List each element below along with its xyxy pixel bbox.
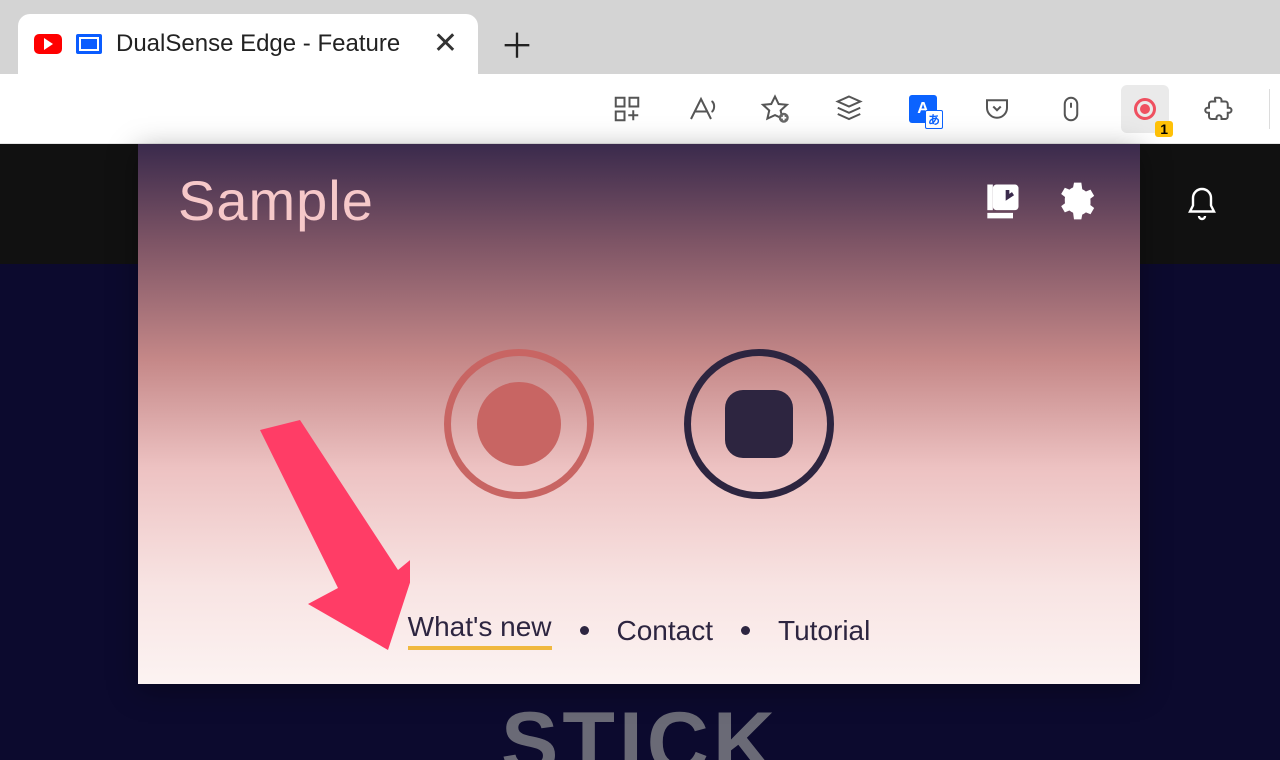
- notifications-bell-icon[interactable]: [1184, 186, 1220, 222]
- whats-new-link[interactable]: What's new: [408, 611, 552, 650]
- toolbar-separator: [1269, 89, 1270, 129]
- buffer-ext-icon[interactable]: [825, 85, 873, 133]
- contact-link[interactable]: Contact: [617, 615, 714, 647]
- extension-popup: Sample What's new Contact Tutorial: [138, 144, 1140, 684]
- record-dot-icon: [477, 382, 561, 466]
- translate-ext-icon[interactable]: A: [899, 85, 947, 133]
- separator-dot-icon: [580, 626, 589, 635]
- browser-tab[interactable]: DualSense Edge - Feature ✕: [18, 14, 478, 74]
- separator-dot-icon: [741, 626, 750, 635]
- tutorial-link[interactable]: Tutorial: [778, 615, 870, 647]
- favorites-star-icon[interactable]: [751, 85, 799, 133]
- close-tab-button[interactable]: ✕: [429, 29, 462, 59]
- extensions-puzzle-icon[interactable]: [1195, 85, 1243, 133]
- browser-toolbar: A 1: [0, 74, 1280, 144]
- site-favicon-icon: [76, 34, 102, 54]
- stop-square-icon: [725, 390, 793, 458]
- read-aloud-icon[interactable]: [677, 85, 725, 133]
- recorder-controls: [138, 237, 1140, 611]
- tab-title: DualSense Edge - Feature: [116, 30, 415, 58]
- popup-footer-links: What's new Contact Tutorial: [138, 611, 1140, 684]
- tab-strip: DualSense Edge - Feature ✕ ＋: [0, 0, 1280, 74]
- page-heading: STICK: [501, 694, 779, 760]
- apps-icon[interactable]: [603, 85, 651, 133]
- record-button[interactable]: [444, 349, 594, 499]
- popup-title: Sample: [178, 168, 956, 233]
- library-button[interactable]: [976, 175, 1028, 227]
- record-dot-icon: [1134, 98, 1156, 120]
- new-tab-button[interactable]: ＋: [490, 16, 544, 70]
- sample-recorder-ext-icon[interactable]: 1: [1121, 85, 1169, 133]
- stop-button[interactable]: [684, 349, 834, 499]
- extension-badge: 1: [1155, 121, 1173, 137]
- youtube-favicon-icon: [34, 34, 62, 54]
- mouse-ext-icon[interactable]: [1047, 85, 1095, 133]
- pocket-ext-icon[interactable]: [973, 85, 1021, 133]
- settings-button[interactable]: [1048, 175, 1100, 227]
